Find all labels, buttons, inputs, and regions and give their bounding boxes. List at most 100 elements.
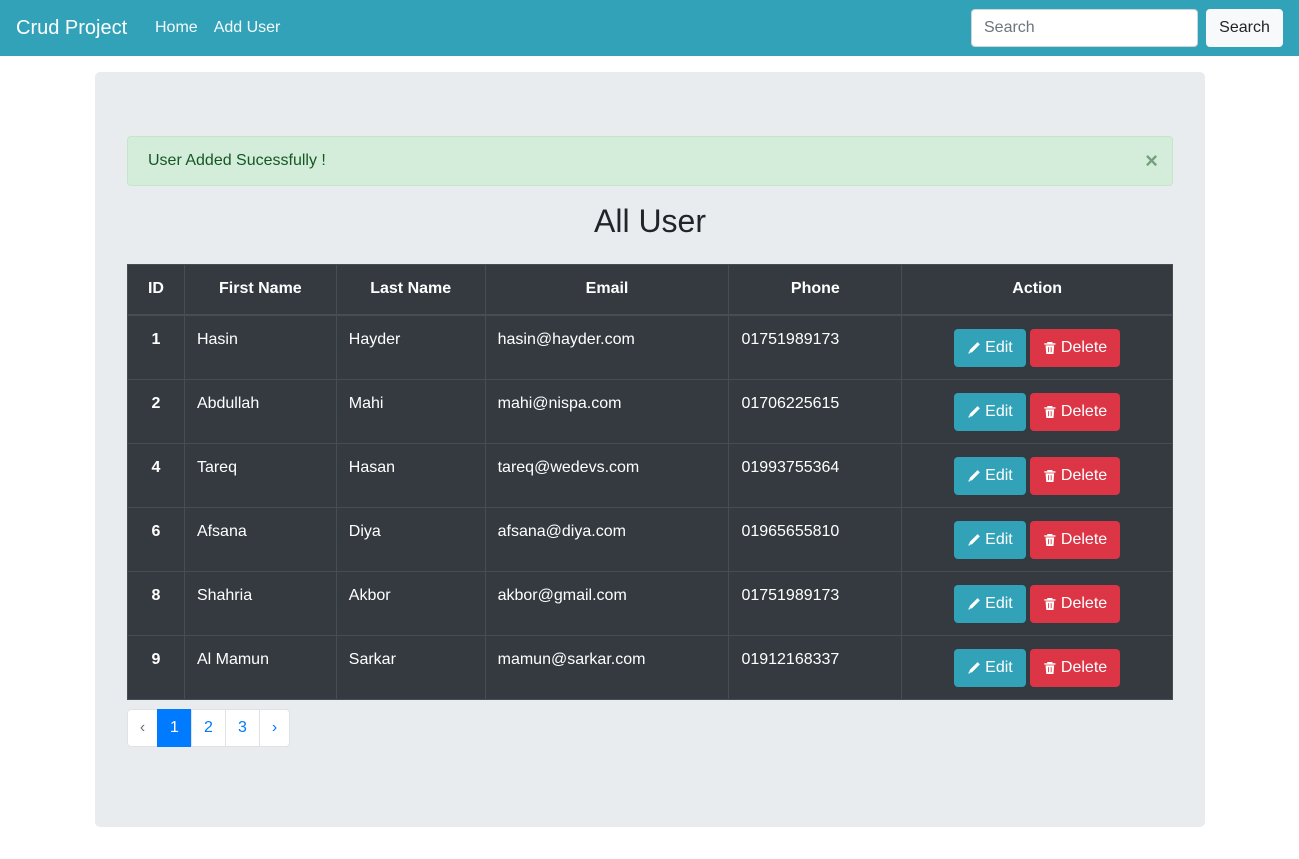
cell-id: 4: [127, 442, 185, 508]
edit-button[interactable]: Edit: [954, 328, 1027, 367]
header-email: Email: [484, 264, 730, 316]
cell-email: hasin@hayder.com: [484, 314, 730, 380]
table-row: 2 Abdullah Mahi mahi@nispa.com 017062256…: [127, 378, 1173, 444]
edit-button[interactable]: Edit: [954, 392, 1027, 431]
cell-action: Edit Delete: [901, 314, 1173, 380]
trash-icon: [1044, 341, 1056, 354]
cell-email: tareq@wedevs.com: [484, 442, 730, 508]
table-body: 1 Hasin Hayder hasin@hayder.com 01751989…: [127, 314, 1173, 700]
cell-first-name: Afsana: [183, 506, 337, 572]
page-2[interactable]: 2: [191, 709, 226, 747]
header-last-name: Last Name: [335, 264, 486, 316]
table-head: ID First Name Last Name Email Phone Acti…: [127, 264, 1173, 316]
close-icon[interactable]: ×: [1145, 149, 1158, 173]
trash-icon: [1044, 533, 1056, 546]
header-row: ID First Name Last Name Email Phone Acti…: [127, 264, 1173, 316]
delete-label: Delete: [1060, 402, 1108, 420]
cell-first-name: Tareq: [183, 442, 337, 508]
nav-links: Home Add User: [155, 17, 280, 39]
page-1[interactable]: 1: [157, 709, 192, 747]
nav-link-add-user[interactable]: Add User: [214, 17, 281, 39]
cell-id: 2: [127, 378, 185, 444]
cell-last-name: Akbor: [335, 570, 486, 636]
delete-button[interactable]: Delete: [1030, 456, 1121, 495]
edit-label: Edit: [985, 594, 1013, 612]
edit-label: Edit: [985, 338, 1013, 356]
cell-first-name: Shahria: [183, 570, 337, 636]
pencil-icon: [968, 405, 981, 418]
pencil-icon: [968, 533, 981, 546]
cell-action: Edit Delete: [901, 634, 1173, 700]
cell-last-name: Sarkar: [335, 634, 486, 700]
page-title: All User: [593, 203, 706, 239]
cell-phone: 01751989173: [728, 570, 903, 636]
table-row: 9 Al Mamun Sarkar mamun@sarkar.com 01912…: [127, 634, 1173, 700]
edit-label: Edit: [985, 466, 1013, 484]
success-alert: User Added Sucessfully ! ×: [127, 136, 1173, 186]
cell-last-name: Hasan: [335, 442, 486, 508]
cell-id: 1: [127, 314, 185, 380]
cell-id: 6: [127, 506, 185, 572]
edit-button[interactable]: Edit: [954, 520, 1027, 559]
cell-email: afsana@diya.com: [484, 506, 730, 572]
brand-link[interactable]: Crud Project: [16, 15, 127, 41]
cell-last-name: Diya: [335, 506, 486, 572]
page-3[interactable]: 3: [225, 709, 260, 747]
delete-label: Delete: [1060, 594, 1108, 612]
cell-action: Edit Delete: [901, 506, 1173, 572]
cell-email: mamun@sarkar.com: [484, 634, 730, 700]
pencil-icon: [968, 597, 981, 610]
users-table: ID First Name Last Name Email Phone Acti…: [127, 264, 1173, 700]
delete-label: Delete: [1060, 338, 1108, 356]
cell-action: Edit Delete: [901, 442, 1173, 508]
delete-button[interactable]: Delete: [1030, 392, 1121, 431]
header-first-name: First Name: [183, 264, 337, 316]
delete-button[interactable]: Delete: [1030, 584, 1121, 623]
pencil-icon: [968, 469, 981, 482]
delete-button[interactable]: Delete: [1030, 648, 1121, 687]
nav-link-home[interactable]: Home: [155, 17, 198, 39]
header-phone: Phone: [728, 264, 903, 316]
delete-button[interactable]: Delete: [1030, 328, 1121, 367]
cell-phone: 01993755364: [728, 442, 903, 508]
delete-label: Delete: [1060, 466, 1108, 484]
cell-id: 9: [127, 634, 185, 700]
cell-phone: 01751989173: [728, 314, 903, 380]
pencil-icon: [968, 661, 981, 674]
cell-first-name: Abdullah: [183, 378, 337, 444]
page-next[interactable]: ›: [259, 709, 290, 747]
edit-label: Edit: [985, 530, 1013, 548]
header-id: ID: [127, 264, 185, 316]
cell-email: mahi@nispa.com: [484, 378, 730, 444]
edit-label: Edit: [985, 402, 1013, 420]
delete-label: Delete: [1060, 658, 1108, 676]
cell-last-name: Hayder: [335, 314, 486, 380]
search-button[interactable]: Search: [1206, 9, 1283, 47]
edit-button[interactable]: Edit: [954, 456, 1027, 495]
cell-phone: 01706225615: [728, 378, 903, 444]
cell-email: akbor@gmail.com: [484, 570, 730, 636]
cell-first-name: Hasin: [183, 314, 337, 380]
edit-button[interactable]: Edit: [954, 648, 1027, 687]
trash-icon: [1044, 469, 1056, 482]
page-prev[interactable]: ‹: [127, 709, 158, 747]
cell-phone: 01912168337: [728, 634, 903, 700]
cell-first-name: Al Mamun: [183, 634, 337, 700]
table-row: 8 Shahria Akbor akbor@gmail.com 01751989…: [127, 570, 1173, 636]
edit-button[interactable]: Edit: [954, 584, 1027, 623]
edit-label: Edit: [985, 658, 1013, 676]
table-row: 1 Hasin Hayder hasin@hayder.com 01751989…: [127, 314, 1173, 380]
search-input[interactable]: [971, 9, 1198, 47]
alert-message: User Added Sucessfully !: [148, 152, 326, 169]
cell-action: Edit Delete: [901, 570, 1173, 636]
navbar: Crud Project Home Add User Search: [0, 0, 1299, 56]
delete-button[interactable]: Delete: [1030, 520, 1121, 559]
delete-label: Delete: [1060, 530, 1108, 548]
cell-last-name: Mahi: [335, 378, 486, 444]
cell-phone: 01965655810: [728, 506, 903, 572]
cell-action: Edit Delete: [901, 378, 1173, 444]
trash-icon: [1044, 661, 1056, 674]
trash-icon: [1044, 405, 1056, 418]
table-row: 4 Tareq Hasan tareq@wedevs.com 019937553…: [127, 442, 1173, 508]
table-row: 6 Afsana Diya afsana@diya.com 0196565581…: [127, 506, 1173, 572]
